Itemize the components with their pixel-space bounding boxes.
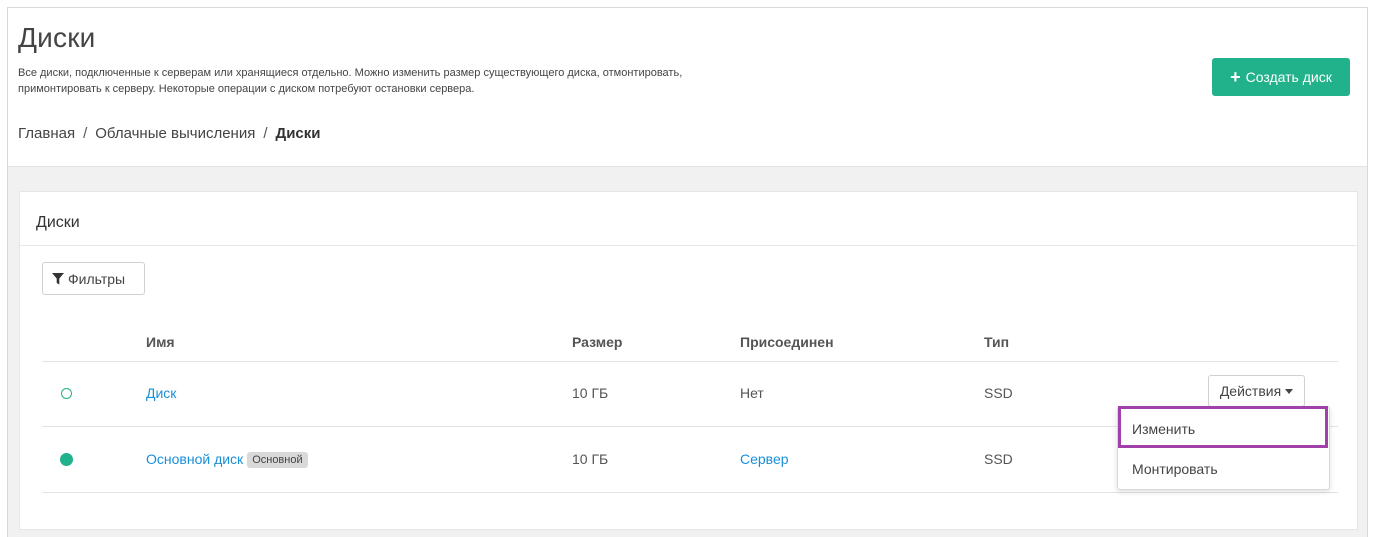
filters-button[interactable]: Фильтры (42, 262, 145, 295)
breadcrumb-current: Диски (275, 125, 321, 142)
plus-icon: + (1230, 67, 1241, 87)
breadcrumb-separator: / (83, 125, 88, 142)
breadcrumb: Главная / Облачные вычисления / Диски (18, 125, 321, 142)
disk-size: 10 ГБ (572, 385, 609, 401)
filter-icon (52, 272, 64, 284)
disk-type: SSD (984, 385, 1013, 401)
card-title: Диски (36, 214, 80, 231)
column-header-size[interactable]: Размер (572, 334, 622, 350)
table-divider (42, 361, 1338, 362)
status-inactive-icon (61, 388, 72, 399)
create-disk-button[interactable]: + Создать диск (1212, 58, 1350, 96)
disk-attached: Нет (740, 385, 764, 401)
disk-size: 10 ГБ (572, 451, 609, 467)
disk-name-link[interactable]: Диск (146, 385, 176, 401)
page-description-line2: примонтировать к серверу. Некоторые опер… (18, 83, 475, 95)
breadcrumb-home[interactable]: Главная (18, 125, 75, 142)
filters-label: Фильтры (68, 270, 126, 287)
column-header-attached[interactable]: Присоединен (740, 334, 834, 350)
column-header-type[interactable]: Тип (984, 334, 1009, 350)
breadcrumb-separator: / (263, 125, 268, 142)
create-disk-label: Создать диск (1245, 69, 1332, 85)
caret-down-icon (1285, 389, 1294, 394)
status-active-icon (60, 453, 73, 466)
column-header-name[interactable]: Имя (146, 334, 175, 350)
table-divider (42, 492, 1338, 493)
page-header: Диски Все диски, подключенные к серверам… (8, 8, 1367, 167)
disk-name-cell: Основной диск Основной (146, 451, 308, 468)
highlight-box (1118, 406, 1328, 448)
breadcrumb-cloud[interactable]: Облачные вычисления (95, 125, 255, 142)
page-title: Диски (18, 22, 96, 53)
disk-name-link[interactable]: Основной диск (146, 451, 243, 467)
actions-dropdown-button[interactable]: Действия (1208, 375, 1305, 407)
page-description-line1: Все диски, подключенные к серверам или х… (18, 67, 683, 79)
server-link[interactable]: Сервер (740, 451, 789, 467)
card-divider (20, 245, 1357, 246)
disk-type: SSD (984, 451, 1013, 467)
page-description: Все диски, подключенные к серверам или х… (18, 65, 818, 97)
actions-label: Действия (1219, 383, 1282, 399)
primary-badge: Основной (247, 452, 308, 468)
menu-item-mount[interactable]: Монтировать (1118, 461, 1329, 477)
